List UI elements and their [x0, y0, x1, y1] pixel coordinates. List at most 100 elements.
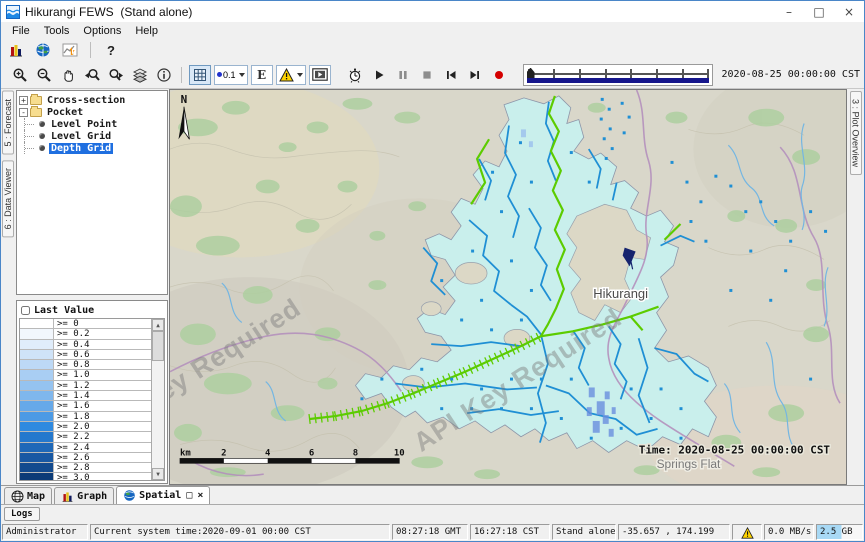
last-value-checkbox[interactable] — [21, 306, 30, 315]
map-display-globe-icon[interactable] — [32, 40, 53, 60]
menu-file[interactable]: File — [5, 24, 37, 38]
tree-item[interactable]: + Cross-section — [18, 94, 166, 106]
expand-icon[interactable]: + — [19, 96, 28, 105]
legend-row: >= 2.4 — [20, 443, 151, 453]
step-backward-button[interactable] — [441, 65, 462, 85]
warning-icon — [279, 68, 294, 82]
legend-label: >= 2.4 — [54, 443, 90, 452]
legend-label: >= 2.2 — [54, 432, 90, 441]
pause-button[interactable] — [393, 65, 414, 85]
tree-item-label[interactable]: Depth Grid — [49, 143, 113, 154]
legend-row: >= 1.2 — [20, 381, 151, 391]
tree-item[interactable]: Depth Grid — [18, 142, 166, 154]
legend-rows: >= 0>= 0.2>= 0.4>= 0.6>= 0.8>= 1.0>= 1.2… — [20, 319, 151, 480]
last-value-checkbox-row[interactable]: Last Value — [19, 303, 165, 318]
tab-logs[interactable]: Logs — [4, 507, 40, 521]
legend-label: >= 0.2 — [54, 329, 90, 338]
map-toolbar: 0.1 E — [1, 61, 864, 89]
record-button[interactable] — [489, 65, 510, 85]
layers-icon[interactable] — [129, 65, 150, 85]
close-button[interactable]: × — [834, 1, 864, 22]
menu-bar: File Tools Options Help — [1, 22, 864, 39]
tab-plot-overview[interactable]: 3 : Plot Overview — [850, 91, 862, 175]
close-panel-icon[interactable]: × — [197, 490, 203, 501]
tree-item[interactable]: - Pocket — [18, 106, 166, 118]
zoom-previous-icon[interactable] — [81, 65, 102, 85]
tab-map[interactable]: Map — [4, 487, 52, 504]
place-label: Springs Flat — [657, 457, 721, 471]
svg-text:N: N — [181, 93, 188, 106]
label-threshold-button[interactable]: 0.1 — [214, 65, 248, 85]
tree-item-label[interactable]: Cross-section — [45, 95, 127, 106]
last-value-label: Last Value — [34, 305, 94, 316]
status-system-time: Current system time:2020-09-01 00:00 CST — [90, 524, 390, 540]
legend-swatch — [20, 391, 54, 400]
menu-tools[interactable]: Tools — [37, 24, 77, 38]
scroll-thumb[interactable] — [152, 331, 164, 361]
stop-button[interactable] — [417, 65, 438, 85]
svg-text:8: 8 — [353, 448, 358, 458]
tab-spatial[interactable]: Spatial □ × — [116, 486, 210, 504]
bar-chart-display-icon[interactable] — [5, 40, 26, 60]
legend-swatch — [20, 473, 54, 480]
grid-button[interactable] — [189, 65, 211, 85]
pan-hand-icon[interactable] — [57, 65, 78, 85]
collapse-icon[interactable]: - — [19, 108, 28, 117]
timeline-period-bar — [527, 78, 709, 83]
timeline-slider[interactable] — [523, 64, 713, 86]
legend-label: >= 2.6 — [54, 453, 90, 462]
play-button[interactable] — [369, 65, 390, 85]
status-warning-cell[interactable] — [732, 524, 762, 540]
zoom-in-icon[interactable] — [9, 65, 30, 85]
spatial-display-icon[interactable] — [59, 40, 80, 60]
tree-item-label[interactable]: Pocket — [45, 107, 85, 118]
legend-row: >= 0.2 — [20, 329, 151, 339]
legend-row: >= 1.8 — [20, 412, 151, 422]
help-button[interactable]: ? — [101, 43, 121, 58]
scroll-down-icon[interactable]: ▼ — [152, 468, 164, 480]
warning-dropdown-button[interactable] — [276, 65, 306, 85]
svg-text:2: 2 — [221, 448, 226, 458]
legend-label: >= 1.8 — [54, 412, 90, 421]
left-panel: + Cross-section - PocketLevel PointLevel Gr… — [15, 89, 169, 485]
step-forward-button[interactable] — [465, 65, 486, 85]
legend-scrollbar[interactable]: ▲ ▼ — [151, 319, 164, 480]
tree-item[interactable]: Level Grid — [18, 130, 166, 142]
menu-help[interactable]: Help — [128, 24, 165, 38]
status-rate: 0.0 MB/s — [764, 524, 814, 540]
legend-swatch — [20, 350, 54, 359]
legend-button[interactable]: E — [251, 65, 273, 85]
tree-item-label[interactable]: Level Point — [49, 119, 119, 130]
tab-forecast[interactable]: 5 : Forecast — [2, 91, 14, 155]
app-window: Hikurangi FEWS (Stand alone) – □ × File … — [0, 0, 865, 542]
legend-swatch — [20, 340, 54, 349]
tree-connector — [24, 142, 37, 154]
label-dot-icon — [217, 72, 222, 77]
svg-text:6: 6 — [309, 448, 314, 458]
legend-row: >= 2.2 — [20, 432, 151, 442]
zoom-out-icon[interactable] — [33, 65, 54, 85]
explorer-tree[interactable]: + Cross-section - PocketLevel PointLevel Gr… — [16, 90, 168, 295]
legend-row: >= 1.6 — [20, 401, 151, 411]
legend-swatch — [20, 422, 54, 431]
tree-item-label[interactable]: Level Grid — [49, 131, 113, 142]
zoom-next-icon[interactable] — [105, 65, 126, 85]
tab-graph[interactable]: Graph — [54, 487, 114, 504]
status-coordinates: -35.657 , 174.199 — [618, 524, 730, 540]
movie-export-button[interactable] — [309, 65, 331, 85]
info-icon[interactable] — [153, 65, 174, 85]
map-canvas[interactable]: Hikurangi Springs Flat API Key Required … — [170, 90, 846, 484]
maximize-button[interactable]: □ — [804, 1, 834, 22]
maximize-panel-icon[interactable]: □ — [186, 490, 192, 501]
town-label: Hikurangi — [593, 286, 648, 301]
animation-clock-icon[interactable] — [345, 65, 366, 85]
minimize-button[interactable]: – — [774, 1, 804, 22]
tab-data-viewer[interactable]: 6 : Data Viewer — [2, 160, 14, 237]
menu-options[interactable]: Options — [76, 24, 128, 38]
scroll-up-icon[interactable]: ▲ — [152, 319, 164, 331]
dot-icon — [39, 133, 45, 139]
bottom-tab-bar: Map Graph Spatial □ × Logs — [1, 485, 864, 523]
tree-item[interactable]: Level Point — [18, 118, 166, 130]
bar-chart-icon — [61, 490, 74, 503]
status-local-time: 16:27:18 CST — [470, 524, 550, 540]
